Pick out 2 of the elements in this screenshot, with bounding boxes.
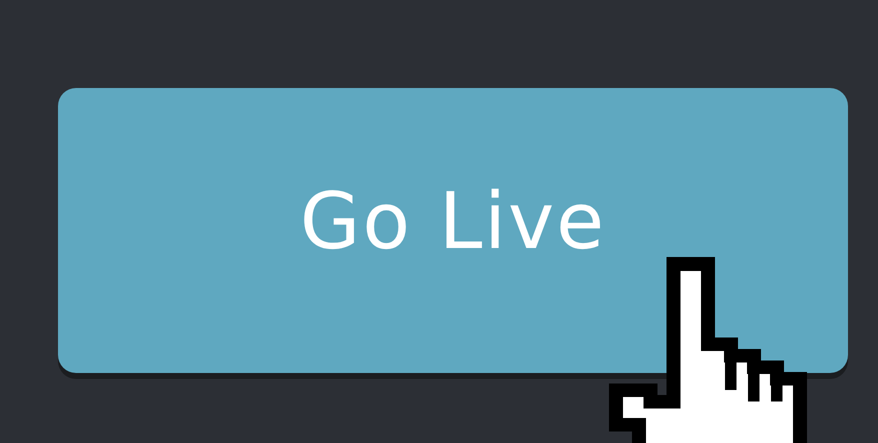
go-live-button[interactable]: Go Live [58,88,848,373]
hand-cursor-icon [609,257,807,443]
